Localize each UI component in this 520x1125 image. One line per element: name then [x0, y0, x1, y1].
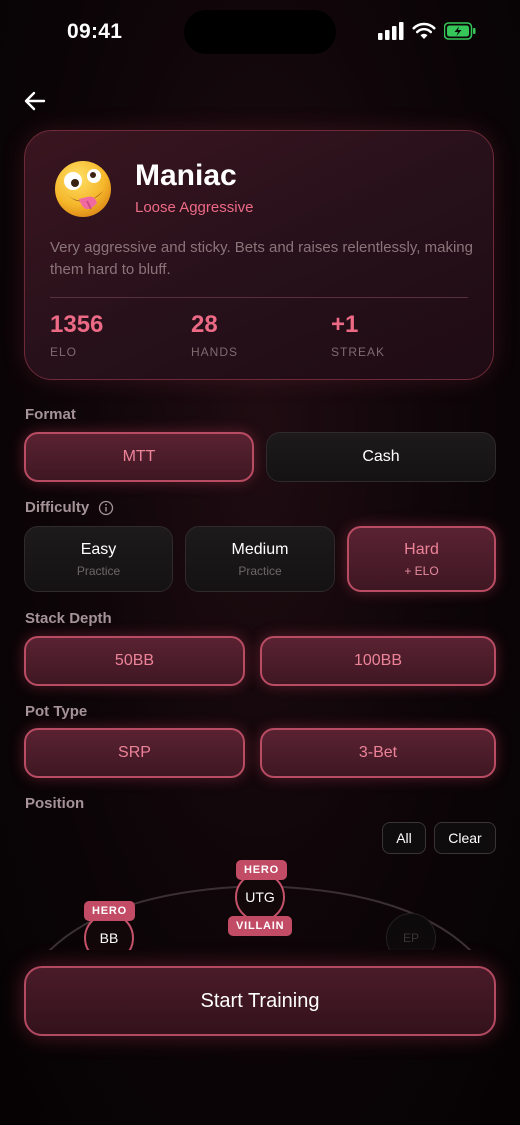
difficulty-medium-button[interactable]: Medium Practice: [185, 526, 335, 592]
stack-100bb-button[interactable]: 100BB: [260, 636, 496, 686]
difficulty-medium-sub: Practice: [238, 563, 282, 578]
difficulty-easy-button[interactable]: Easy Practice: [24, 526, 173, 592]
hero-badge: HERO: [84, 901, 135, 921]
format-label: Format: [25, 406, 76, 423]
position-label: Position: [25, 795, 85, 812]
seat-ep-label: EP: [402, 931, 419, 945]
stat-elo: 1356 ELO: [50, 311, 103, 359]
pot-srp-label: SRP: [118, 744, 151, 761]
select-all-label: All: [396, 830, 412, 846]
back-arrow-icon[interactable]: [22, 88, 48, 114]
villain-badge: VILLAIN: [228, 916, 293, 936]
stack-50bb-button[interactable]: 50BB: [24, 636, 245, 686]
stat-label: HANDS: [191, 345, 239, 359]
status-time: 09:41: [67, 20, 123, 43]
divider: [50, 297, 468, 298]
stat-streak: +1 STREAK: [331, 311, 385, 359]
seat-bb-label: BB: [99, 930, 119, 946]
stat-label: ELO: [50, 345, 78, 359]
opponent-name: Maniac: [135, 159, 237, 192]
stat-value: 1356: [50, 311, 104, 338]
pot-3bet-label: 3-Bet: [358, 744, 398, 761]
difficulty-header: Difficulty: [25, 499, 114, 516]
poker-table: BB HERO UTG HERO VILLAIN EP: [0, 860, 520, 950]
opponent-profile-card: Maniac Loose Aggressive Very aggressive …: [24, 130, 494, 380]
stack-depth-label: Stack Depth: [25, 610, 112, 627]
pot-3bet-button[interactable]: 3-Bet: [260, 728, 496, 778]
stat-hands: 28 HANDS: [191, 311, 238, 359]
clear-button[interactable]: Clear: [434, 822, 496, 854]
pot-type-label: Pot Type: [25, 703, 88, 720]
stat-value: +1: [331, 311, 359, 338]
difficulty-easy-label: Easy: [80, 540, 117, 558]
battery-icon: [444, 22, 476, 40]
difficulty-hard-sub: + ELO: [404, 563, 439, 578]
difficulty-label: Difficulty: [25, 499, 90, 516]
crazy-face-emoji: [55, 161, 111, 217]
format-cash-label: Cash: [362, 448, 400, 465]
dynamic-island: [184, 10, 336, 54]
start-training-label: Start Training: [200, 989, 320, 1012]
opponent-style: Loose Aggressive: [135, 199, 254, 216]
opponent-description: Very aggressive and sticky. Bets and rai…: [50, 239, 473, 278]
difficulty-easy-sub: Practice: [76, 563, 121, 578]
difficulty-hard-label: Hard: [404, 540, 439, 558]
difficulty-hard-button[interactable]: Hard + ELO: [347, 526, 496, 592]
status-icons: [378, 22, 476, 40]
clear-label: Clear: [448, 830, 482, 846]
format-mtt-label: MTT: [122, 448, 156, 465]
select-all-button[interactable]: All: [382, 822, 426, 854]
pot-srp-button[interactable]: SRP: [24, 728, 245, 778]
wifi-icon: [412, 22, 436, 39]
signal-icon: [378, 22, 404, 40]
stat-label: STREAK: [331, 345, 386, 359]
status-bar: 09:41: [0, 0, 520, 62]
format-cash-button[interactable]: Cash: [266, 432, 496, 482]
difficulty-medium-label: Medium: [231, 540, 289, 558]
stack-100bb-label: 100BB: [353, 652, 403, 669]
hero-badge: HERO: [236, 860, 287, 880]
seat-utg-label: UTG: [245, 889, 275, 905]
format-mtt-button[interactable]: MTT: [24, 432, 254, 482]
stat-value: 28: [191, 311, 218, 338]
start-training-button[interactable]: Start Training: [24, 966, 496, 1036]
stack-50bb-label: 50BB: [114, 652, 155, 669]
info-icon[interactable]: [98, 500, 114, 516]
